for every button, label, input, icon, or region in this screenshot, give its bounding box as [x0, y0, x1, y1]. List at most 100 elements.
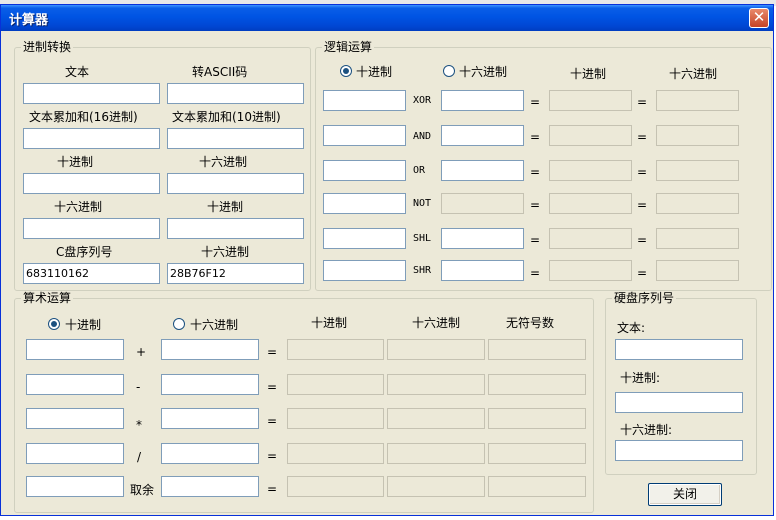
- disk-hex-label: 十六进制:: [620, 423, 673, 437]
- arithmetic-group: 算术运算 十进制 十六进制 十进制 十六进制 无符号数 + = - = * = …: [14, 291, 594, 513]
- base-conversion-group: 进制转换 文本 转ASCII码 文本累加和(16进制) 文本累加和(10进制) …: [14, 40, 311, 291]
- logic-op-label: SHL: [413, 233, 432, 244]
- logic-op-label: NOT: [413, 198, 432, 209]
- arith-result-hex: [387, 443, 485, 464]
- logic-result-hex: [656, 228, 739, 249]
- logic-result-hex: [656, 260, 739, 281]
- arith-operand-b[interactable]: [161, 339, 259, 360]
- title-bar[interactable]: 计算器 ✕: [1, 5, 773, 31]
- logic-operand-b[interactable]: [441, 260, 524, 281]
- arith-op-label: 取余: [130, 483, 155, 497]
- logic-op-label: OR: [413, 165, 426, 176]
- label-c-serial: C盘序列号: [56, 245, 113, 259]
- arith-result-hex: [387, 339, 485, 360]
- logic-result-dec: [549, 90, 632, 111]
- equals-sign: =: [267, 380, 278, 394]
- c-serial-field[interactable]: 683110162: [23, 263, 160, 284]
- label-dec: 十进制: [57, 155, 94, 169]
- logic-operand-b[interactable]: [441, 90, 524, 111]
- logic-operand-b[interactable]: [441, 228, 524, 249]
- arith-col-hex: 十六进制: [412, 316, 461, 330]
- dec-output[interactable]: [167, 218, 304, 239]
- arith-result-unsigned: [488, 374, 586, 395]
- hex-output[interactable]: [167, 173, 304, 194]
- arith-result-hex: [387, 476, 485, 497]
- equals-sign: =: [637, 233, 648, 247]
- label-dec-2: 十进制: [207, 200, 244, 214]
- equals-sign: =: [530, 198, 541, 212]
- arith-operand-b[interactable]: [161, 476, 259, 497]
- arith-radio-hex[interactable]: [173, 318, 185, 330]
- label-to-ascii: 转ASCII码: [192, 65, 248, 79]
- logic-operations-group: 逻辑运算 十进制 十六进制 十进制 十六进制 XOR = = AND = = O…: [315, 40, 772, 291]
- logic-operand-b[interactable]: [441, 160, 524, 181]
- label-text: 文本: [65, 65, 90, 79]
- logic-result-dec: [549, 228, 632, 249]
- logic-radio-hex[interactable]: [443, 65, 455, 77]
- logic-operand-a[interactable]: [323, 125, 406, 146]
- logic-result-hex: [656, 193, 739, 214]
- close-button[interactable]: 关闭: [648, 483, 722, 506]
- arith-col-unsigned: 无符号数: [506, 316, 555, 330]
- arith-radio-dec-label[interactable]: 十进制: [65, 316, 101, 333]
- equals-sign: =: [267, 414, 278, 428]
- logic-operand-b[interactable]: [441, 125, 524, 146]
- arith-result-dec: [287, 339, 384, 360]
- arith-result-dec: [287, 476, 384, 497]
- dec-input[interactable]: [23, 173, 160, 194]
- c-serial-hex-field[interactable]: 28B76F12: [167, 263, 304, 284]
- logic-result-dec: [549, 193, 632, 214]
- disk-text-field[interactable]: [615, 339, 743, 360]
- arith-operand-a[interactable]: [26, 408, 124, 429]
- disk-dec-field[interactable]: [615, 392, 743, 413]
- arith-operand-a[interactable]: [26, 476, 124, 497]
- logic-operand-a[interactable]: [323, 90, 406, 111]
- ascii-output[interactable]: [167, 83, 304, 104]
- close-icon[interactable]: ✕: [749, 8, 769, 28]
- arith-operand-b[interactable]: [161, 443, 259, 464]
- equals-sign: =: [637, 95, 648, 109]
- disk-serial-group: 硬盘序列号 文本: 十进制: 十六进制:: [605, 291, 757, 475]
- calculator-window: 计算器 ✕ 进制转换 文本 转ASCII码 文本累加和(16进制) 文本累加和(…: [0, 4, 774, 516]
- disk-hex-field[interactable]: [615, 440, 743, 461]
- arith-operand-b[interactable]: [161, 408, 259, 429]
- logic-operand-a[interactable]: [323, 160, 406, 181]
- arith-result-unsigned: [488, 408, 586, 429]
- equals-sign: =: [637, 165, 648, 179]
- arith-operand-a[interactable]: [26, 339, 124, 360]
- arith-op-label: /: [137, 450, 142, 464]
- sum-dec-field[interactable]: [167, 128, 304, 149]
- logic-radio-dec-label[interactable]: 十进制: [356, 63, 392, 80]
- text-input[interactable]: [23, 83, 160, 104]
- logic-op-label: SHR: [413, 265, 432, 276]
- logic-result-hex: [656, 125, 739, 146]
- arithmetic-legend: 算术运算: [21, 291, 74, 305]
- equals-sign: =: [530, 266, 541, 280]
- arith-result-unsigned: [488, 476, 586, 497]
- hex-input[interactable]: [23, 218, 160, 239]
- arith-operand-a[interactable]: [26, 443, 124, 464]
- arith-radio-dec[interactable]: [48, 318, 60, 330]
- logic-operand-b-disabled: [441, 193, 524, 214]
- arith-radio-hex-label[interactable]: 十六进制: [190, 316, 238, 333]
- equals-sign: =: [267, 482, 278, 496]
- label-hex: 十六进制: [199, 155, 248, 169]
- equals-sign: =: [530, 95, 541, 109]
- logic-operand-a[interactable]: [323, 193, 406, 214]
- arith-result-dec: [287, 374, 384, 395]
- arith-result-unsigned: [488, 339, 586, 360]
- logic-result-hex: [656, 160, 739, 181]
- arith-operand-b[interactable]: [161, 374, 259, 395]
- logic-operand-a[interactable]: [323, 228, 406, 249]
- logic-op-label: XOR: [413, 95, 432, 106]
- logic-radio-hex-label[interactable]: 十六进制: [459, 63, 507, 80]
- disk-dec-label: 十进制:: [620, 371, 661, 385]
- sum-hex-field[interactable]: [23, 128, 160, 149]
- equals-sign: =: [637, 198, 648, 212]
- equals-sign: =: [530, 233, 541, 247]
- arith-operand-a[interactable]: [26, 374, 124, 395]
- logic-result-hex: [656, 90, 739, 111]
- logic-operand-a[interactable]: [323, 260, 406, 281]
- logic-col-dec: 十进制: [570, 67, 607, 81]
- logic-radio-dec[interactable]: [340, 65, 352, 77]
